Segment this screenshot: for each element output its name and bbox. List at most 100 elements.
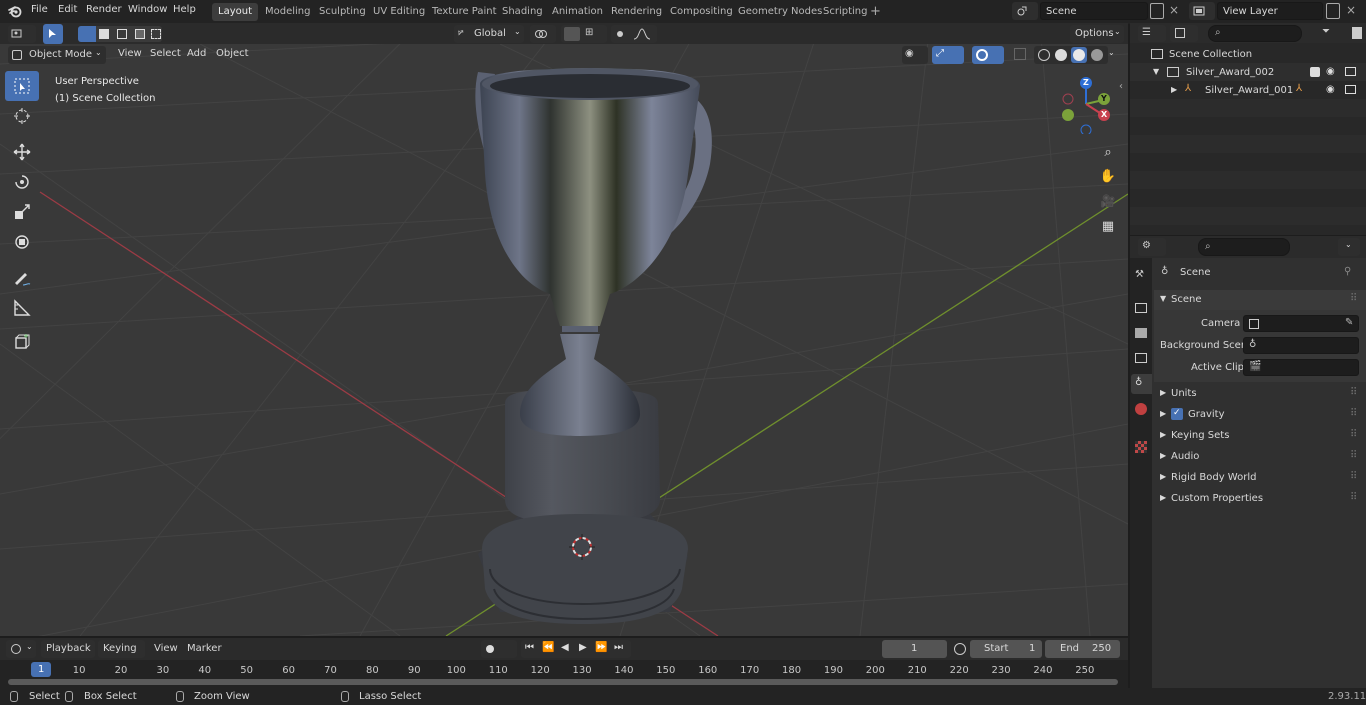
output-tab-icon[interactable] (1135, 328, 1147, 338)
playback-menu[interactable]: Playback (41, 640, 95, 658)
drag-grip-icon[interactable]: ⠿ (1350, 472, 1357, 482)
custom-properties-panel-header[interactable]: ▶ Custom Properties ⠿ (1154, 489, 1366, 509)
outliner-row-silver-award-002[interactable]: ▼ Silver_Award_002 ◉ (1130, 63, 1366, 81)
scene-subpanel-header[interactable]: ▼ Scene ⠿ (1154, 290, 1366, 310)
drag-grip-icon[interactable]: ⠿ (1350, 451, 1357, 461)
camera-field[interactable]: ✎ (1243, 315, 1359, 332)
tab-sculpting[interactable]: Sculpting (313, 3, 372, 21)
scale-tool[interactable] (5, 197, 39, 227)
timeline-menu-marker[interactable]: Marker (187, 644, 222, 654)
render-camera-icon[interactable] (1345, 67, 1356, 76)
rotate-tool[interactable] (5, 167, 39, 197)
rigid-body-world-panel-header[interactable]: ▶ Rigid Body World ⠿ (1154, 468, 1366, 488)
background-scene-field[interactable]: ♁ (1243, 337, 1359, 354)
gravity-panel-header[interactable]: ▶ ✓ Gravity ⠿ (1154, 405, 1366, 425)
measure-tool[interactable] (5, 293, 39, 323)
frame-start-field[interactable]: Start 1 (970, 640, 1042, 658)
play-icon[interactable]: ▶ (579, 643, 587, 653)
preview-range-icon[interactable] (954, 643, 966, 655)
new-view-layer-icon[interactable] (1326, 3, 1340, 19)
3d-viewport[interactable]: Object Mode ⌄ View Select Add Object ◉ ⤢… (0, 44, 1128, 636)
properties-options-button[interactable]: ⌄ (1338, 238, 1360, 256)
viewport-menu-select[interactable]: Select (150, 49, 181, 59)
prev-keyframe-icon[interactable]: ⏪ (542, 643, 554, 653)
proportional-editing-group[interactable] (611, 25, 657, 43)
viewport-menu-object[interactable]: Object (216, 49, 249, 59)
tab-compositing[interactable]: Compositing (664, 3, 739, 21)
menu-edit[interactable]: Edit (58, 5, 77, 15)
auto-keying-button[interactable] (481, 640, 517, 658)
frame-end-field[interactable]: End 250 (1045, 640, 1120, 658)
view-layer-browse-button[interactable] (1189, 2, 1215, 20)
expand-arrow-icon[interactable]: ▼ (1153, 68, 1159, 76)
view-layer-tab-icon[interactable] (1135, 353, 1147, 363)
ortho-toggle-button[interactable]: ▦ (1097, 215, 1119, 237)
world-tab-icon[interactable] (1135, 403, 1147, 415)
move-tool[interactable] (5, 137, 39, 167)
tab-rendering[interactable]: Rendering (605, 3, 668, 21)
keying-sets-panel-header[interactable]: ▶ Keying Sets ⠿ (1154, 426, 1366, 446)
texture-tab-icon[interactable] (1135, 441, 1147, 453)
outliner-editor-type-button[interactable]: ☰ (1138, 25, 1166, 42)
shading-options-chevron-icon[interactable]: ⌄ (1108, 49, 1115, 57)
snap-toggle-icon[interactable] (564, 27, 580, 41)
menu-file[interactable]: File (31, 5, 48, 15)
drag-grip-icon[interactable]: ⠿ (1350, 294, 1357, 304)
zoom-gizmo-button[interactable]: ⌕ (1097, 141, 1119, 163)
eye-icon[interactable]: ◉ (1326, 67, 1335, 77)
cursor-tool[interactable] (5, 101, 39, 131)
timeline-editor-type-button[interactable]: ⌄ (6, 640, 36, 658)
select-intersect-icon[interactable] (151, 29, 161, 39)
solid-shading-icon[interactable] (1055, 49, 1067, 61)
tab-geometry-nodes[interactable]: Geometry Nodes (732, 3, 828, 21)
menu-help[interactable]: Help (173, 5, 196, 15)
expand-arrow-icon[interactable]: ▶ (1171, 86, 1177, 94)
scene-tab-button[interactable]: ♁ (1131, 374, 1152, 394)
transform-orientation-dropdown[interactable]: ⦬ Global ⌄ (454, 25, 524, 43)
delete-view-layer-icon[interactable]: × (1346, 4, 1356, 16)
rendered-shading-icon[interactable] (1091, 49, 1103, 61)
editor-type-button[interactable] (8, 25, 36, 43)
exclude-checkbox[interactable] (1310, 67, 1320, 77)
tool-tab-icon[interactable]: ⚒ (1135, 270, 1144, 280)
display-mode-button[interactable] (1170, 25, 1198, 42)
pivot-point-dropdown[interactable] (530, 25, 556, 43)
tab-scripting[interactable]: Scripting (817, 3, 873, 21)
properties-search-input[interactable]: ⌕ (1198, 238, 1290, 256)
proportional-edit-icon[interactable] (617, 31, 623, 37)
xray-toggle-icon[interactable] (1014, 48, 1026, 60)
select-new-icon[interactable] (78, 26, 96, 42)
render-tab-icon[interactable] (1135, 303, 1147, 313)
blender-logo-icon[interactable] (8, 4, 22, 18)
sidebar-toggle-icon[interactable]: ‹ (1119, 82, 1123, 92)
snapping-group[interactable]: ⊞ (561, 25, 607, 43)
delete-scene-icon[interactable]: × (1169, 4, 1179, 16)
scene-browse-button[interactable] (1012, 2, 1038, 20)
select-box-tool[interactable] (5, 71, 39, 101)
visibility-dropdown[interactable]: ◉ (902, 46, 928, 64)
keying-menu[interactable]: Keying (98, 640, 145, 658)
drag-grip-icon[interactable]: ⠿ (1350, 409, 1357, 419)
trophy-model[interactable] (475, 68, 712, 624)
wireframe-shading-icon[interactable] (1038, 49, 1050, 61)
drag-grip-icon[interactable]: ⠿ (1350, 388, 1357, 398)
gizmo-toggle-button[interactable]: ⤢ (932, 46, 964, 64)
filter-button[interactable]: ⏷ (1320, 25, 1348, 42)
audio-panel-header[interactable]: ▶ Audio ⠿ (1154, 447, 1366, 467)
annotate-tool[interactable] (5, 263, 39, 293)
options-dropdown[interactable]: Options ⌄ (1070, 25, 1124, 43)
units-panel-header[interactable]: ▶ Units ⠿ (1154, 384, 1366, 404)
eye-icon[interactable]: ◉ (1326, 85, 1335, 95)
add-cube-tool[interactable] (5, 327, 39, 357)
outliner-search-input[interactable]: ⌕ (1208, 25, 1302, 42)
select-subtract-icon[interactable] (117, 29, 127, 39)
tab-uv-editing[interactable]: UV Editing (367, 3, 431, 21)
outliner-row-silver-award-001[interactable]: ▶ ⅄ Silver_Award_001 ⅄ ◉ (1130, 81, 1366, 99)
new-scene-icon[interactable] (1150, 3, 1164, 19)
new-collection-icon[interactable] (1352, 27, 1362, 39)
tab-modeling[interactable]: Modeling (259, 3, 317, 21)
outliner-row-scene-collection[interactable]: Scene Collection (1130, 45, 1366, 63)
next-keyframe-icon[interactable]: ⏩ (595, 643, 607, 653)
viewport-menu-add[interactable]: Add (187, 49, 206, 59)
overlays-toggle-button[interactable] (972, 46, 1004, 64)
